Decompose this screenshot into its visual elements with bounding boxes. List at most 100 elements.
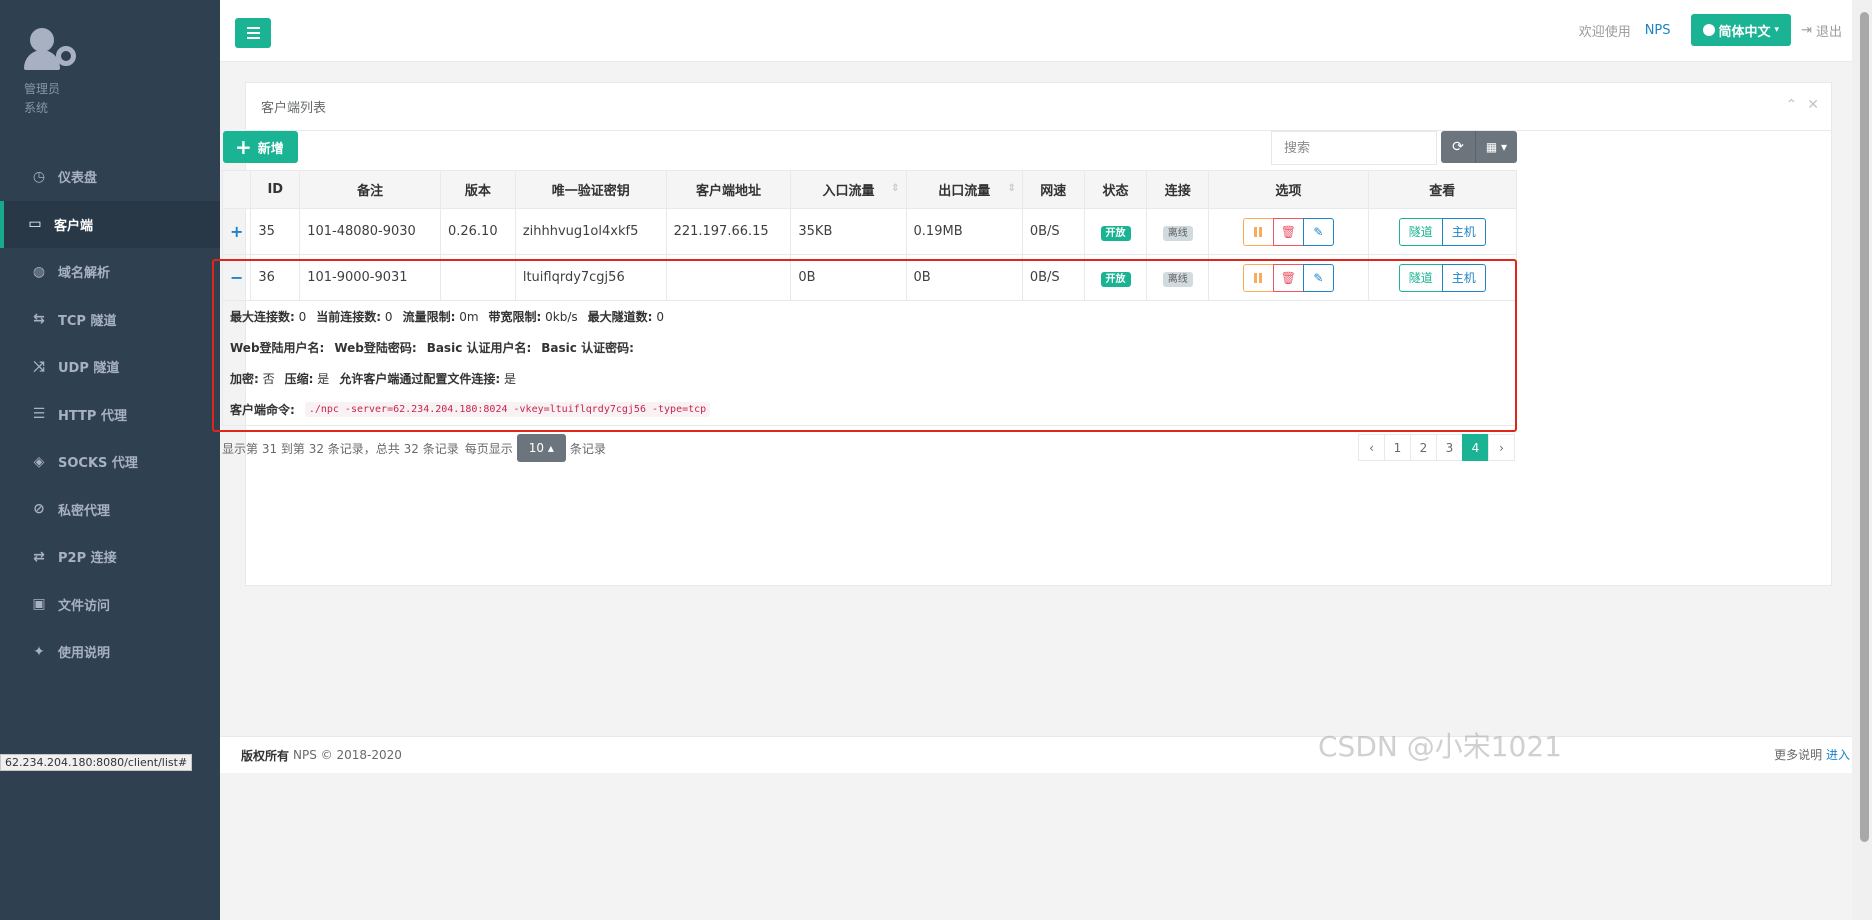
col-vkey[interactable]: 唯一验证密钥 xyxy=(514,170,667,209)
detail-value: 是 xyxy=(503,372,516,386)
col-version[interactable]: 版本 xyxy=(439,170,516,209)
detail-line-flags: 加密: 否 压缩: 是 允许客户端通过配置文件连接: 是 xyxy=(230,363,1509,394)
page-next[interactable]: › xyxy=(1488,434,1515,461)
footer-help: 更多说明 进入 xyxy=(1774,746,1850,763)
delete-button[interactable]: 🗑 xyxy=(1272,263,1304,292)
sign-out-icon: ⇥ xyxy=(1801,22,1812,38)
close-icon[interactable]: ✕ xyxy=(1807,97,1819,113)
caret-down-icon: ▾ xyxy=(1774,25,1780,35)
sidebar-item-file[interactable]: ▣ 文件访问 xyxy=(0,581,220,629)
detail-line-conn: 最大连接数: 0 当前连接数: 0 流量限制: 0m 带宽限制: 0kb/s 最… xyxy=(230,301,1509,332)
col-address[interactable]: 客户端地址 xyxy=(665,170,792,209)
status-badge: 开放 xyxy=(1100,271,1131,287)
pause-button[interactable] xyxy=(1242,263,1274,292)
logout-link[interactable]: ⇥ 退出 xyxy=(1801,21,1842,40)
more-help-text: 更多说明 xyxy=(1774,748,1823,762)
collapse-toggle[interactable]: − xyxy=(221,254,252,301)
nps-link[interactable]: NPS xyxy=(1645,23,1671,38)
view-host-button[interactable]: 主机 xyxy=(1441,217,1486,246)
pagination-info: 显示第 31 到第 32 条记录，总共 32 条记录 每页显示 10 ▴ 条记录 xyxy=(222,434,606,462)
globe-icon xyxy=(1702,24,1715,36)
language-dropdown[interactable]: 简体中文 ▾ xyxy=(1690,14,1792,46)
page-2[interactable]: 2 xyxy=(1410,434,1437,461)
col-id[interactable]: ID xyxy=(250,170,301,209)
detail-value: 0 xyxy=(656,310,664,324)
client-table: ID 备注 版本 唯一验证密钥 客户端地址 入口流量 出口流量 网速 状态 连接… xyxy=(221,170,1517,426)
sidebar-item-dashboard[interactable]: ◷ 仪表盘 xyxy=(0,153,220,201)
detail-label: 加密: xyxy=(230,372,259,386)
sidebar-item-secret[interactable]: ⊘ 私密代理 xyxy=(0,486,220,534)
enter-link[interactable]: 进入 xyxy=(1826,748,1850,762)
edit-button[interactable]: ✎ xyxy=(1302,217,1334,246)
edit-button[interactable]: ✎ xyxy=(1302,263,1334,292)
client-command[interactable]: ./npc -server=62.234.204.180:8024 -vkey=… xyxy=(304,402,711,417)
record-info: 显示第 31 到第 32 条记录，总共 32 条记录 xyxy=(222,441,459,456)
page-size-value: 10 xyxy=(528,441,544,455)
expand-toggle[interactable]: + xyxy=(221,208,252,255)
refresh-icon: ⟳ xyxy=(1452,139,1464,155)
profile: 管理员 系统 xyxy=(0,0,220,140)
view-host-button[interactable]: 主机 xyxy=(1441,263,1486,292)
col-speed[interactable]: 网速 xyxy=(1021,170,1085,209)
cell-id: 36 xyxy=(250,254,301,301)
cell-vkey: zihhhvug1ol4xkf5 xyxy=(514,208,667,255)
sidebar-item-label: P2P 连接 xyxy=(58,551,117,567)
cell-address: 221.197.66.15 xyxy=(665,208,792,255)
sidebar-item-label: HTTP 代理 xyxy=(58,408,127,424)
detail-label: 当前连接数: xyxy=(316,310,382,324)
col-remark[interactable]: 备注 xyxy=(299,170,441,209)
page-prev[interactable]: ‹ xyxy=(1358,434,1385,461)
sidebar-item-socks[interactable]: ◈ SOCKS 代理 xyxy=(0,438,220,486)
pause-icon xyxy=(1254,226,1263,237)
detail-line-auth: Web登陆用户名: Web登陆密码: Basic 认证用户名: Basic 认证… xyxy=(230,332,1509,363)
page-1[interactable]: 1 xyxy=(1384,434,1411,461)
sidebar-item-help[interactable]: ✦ 使用说明 xyxy=(0,628,220,676)
detail-label: Basic 认证用户名: xyxy=(426,341,532,355)
chevron-up-icon[interactable]: ⌃ xyxy=(1786,97,1798,113)
pause-button[interactable] xyxy=(1242,217,1274,246)
lightbulb-icon: ✦ xyxy=(33,643,45,660)
columns-icon: ▦ ▾ xyxy=(1485,140,1508,154)
view-tunnel-button[interactable]: 隧道 xyxy=(1398,217,1443,246)
col-out-flow[interactable]: 出口流量 xyxy=(905,170,1023,209)
sidebar-item-p2p[interactable]: ⇄ P2P 连接 xyxy=(0,533,220,581)
eye-slash-icon: ⊘ xyxy=(33,501,45,518)
user-settings-icon[interactable] xyxy=(24,28,76,72)
sidebar-item-udp[interactable]: ⤨ UDP 隧道 xyxy=(0,343,220,391)
add-label: 新增 xyxy=(257,141,284,157)
detail-label: 带宽限制: xyxy=(488,310,542,324)
cell-id: 35 xyxy=(250,208,301,255)
sidebar-item-client[interactable]: ▭ 客户端 xyxy=(0,200,220,248)
edit-icon: ✎ xyxy=(1313,270,1324,285)
add-client-button[interactable]: + 新增 xyxy=(223,131,298,163)
refresh-button[interactable]: ⟳ xyxy=(1441,131,1475,163)
col-options: 选项 xyxy=(1208,170,1369,209)
col-connection[interactable]: 连接 xyxy=(1146,170,1210,209)
cell-options: 🗑 ✎ xyxy=(1208,254,1369,301)
search-input[interactable] xyxy=(1271,131,1437,165)
col-status[interactable]: 状态 xyxy=(1083,170,1148,209)
briefcase-icon: ▣ xyxy=(32,596,46,613)
sidebar-item-label: 文件访问 xyxy=(58,598,111,614)
cell-status: 开放 xyxy=(1083,208,1148,255)
sidebar-item-tcp[interactable]: ⇆ TCP 隧道 xyxy=(0,296,220,344)
page-3[interactable]: 3 xyxy=(1436,434,1463,461)
page-scrollbar[interactable] xyxy=(1852,0,1872,920)
cell-status: 开放 xyxy=(1083,254,1148,301)
page-size-dropdown[interactable]: 10 ▴ xyxy=(516,434,566,462)
scrollbar-thumb[interactable] xyxy=(1860,12,1869,842)
sidebar-item-http[interactable]: ☰ HTTP 代理 xyxy=(0,391,220,439)
sidebar-item-domain[interactable]: ◍ 域名解析 xyxy=(0,248,220,296)
columns-dropdown-button[interactable]: ▦ ▾ xyxy=(1475,131,1517,163)
view-tunnel-button[interactable]: 隧道 xyxy=(1398,263,1443,292)
col-in-flow[interactable]: 入口流量 xyxy=(790,170,907,209)
server-icon: ☰ xyxy=(32,406,46,423)
delete-button[interactable]: 🗑 xyxy=(1272,217,1304,246)
retweet-icon: ⇆ xyxy=(33,311,45,328)
detail-label: 最大隧道数: xyxy=(587,310,653,324)
sidebar-item-label: 私密代理 xyxy=(58,503,111,519)
detail-label: Web登陆密码: xyxy=(334,341,417,355)
page-4[interactable]: 4 xyxy=(1462,434,1489,461)
menu-toggle-button[interactable] xyxy=(235,18,271,48)
exchange-icon: ⇄ xyxy=(33,548,45,565)
